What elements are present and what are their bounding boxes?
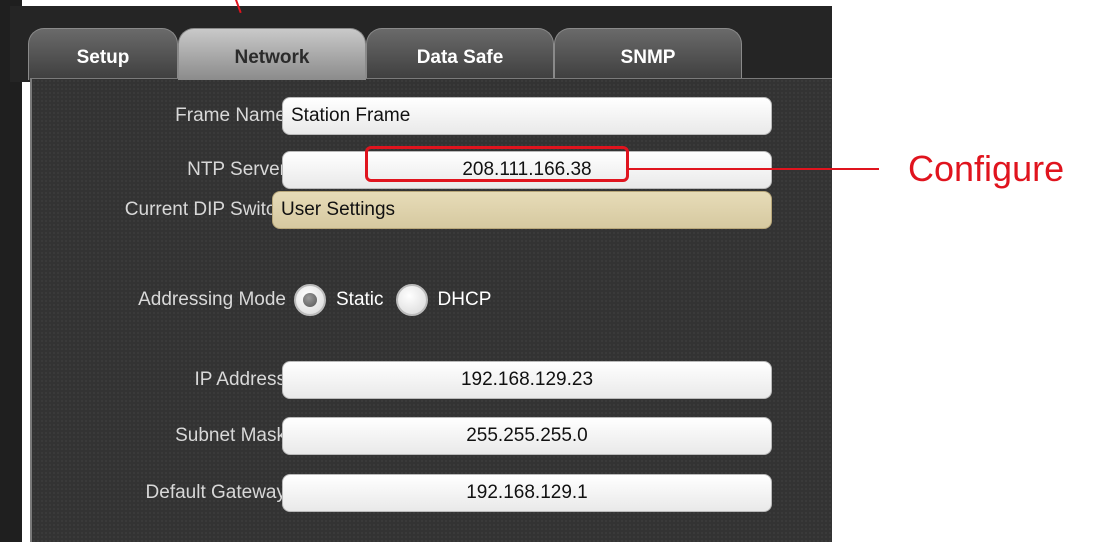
addressing-mode-row: Addressing Mode Static DHCP xyxy=(32,281,834,319)
addressing-mode-label: Addressing Mode xyxy=(138,289,286,310)
static-radio-label: Static xyxy=(336,289,384,310)
ntp-server-label: NTP Server xyxy=(187,159,286,180)
tab-label: SNMP xyxy=(620,46,676,68)
radio-dot xyxy=(303,293,317,307)
default-gateway-row: Default Gateway 192.168.129.1 xyxy=(32,474,834,512)
tab-network[interactable]: Network xyxy=(178,28,366,80)
dip-switch-label: Current DIP Switch xyxy=(124,199,286,220)
subnet-mask-field[interactable]: 255.255.255.0 xyxy=(282,417,772,455)
ip-address-field[interactable]: 192.168.129.23 xyxy=(282,361,772,399)
callout-line xyxy=(629,168,879,170)
static-radio[interactable] xyxy=(294,284,326,316)
ntp-highlight-box xyxy=(365,146,629,182)
tab-label: Network xyxy=(234,46,310,68)
tab-setup[interactable]: Setup xyxy=(28,28,178,80)
tab-bar: Setup Network Data Safe SNMP xyxy=(10,6,832,82)
frame-name-row: Frame Name Station Frame xyxy=(32,97,834,135)
subnet-mask-label: Subnet Mask xyxy=(175,425,286,446)
default-gateway-field[interactable]: 192.168.129.1 xyxy=(282,474,772,512)
tab-data-safe[interactable]: Data Safe xyxy=(366,28,554,80)
dhcp-radio[interactable] xyxy=(395,284,428,316)
configure-callout: Configure xyxy=(908,148,1065,189)
frame-name-field[interactable]: Station Frame xyxy=(282,97,772,135)
tab-label: Setup xyxy=(76,46,130,68)
tab-snmp[interactable]: SNMP xyxy=(554,28,742,80)
dhcp-radio-label: DHCP xyxy=(437,289,492,310)
tab-label: Data Safe xyxy=(416,46,504,68)
ip-address-label: IP Address xyxy=(194,369,286,390)
dip-switch-row: Current DIP Switch User Settings xyxy=(32,191,834,229)
frame-name-label: Frame Name xyxy=(175,105,286,126)
default-gateway-label: Default Gateway xyxy=(145,482,286,503)
addressing-mode-radio-group: Static DHCP xyxy=(294,281,503,319)
ip-address-row: IP Address 192.168.129.23 xyxy=(32,361,834,399)
network-settings-screen: Setup Network Data Safe SNMP Frame Name … xyxy=(0,0,1117,542)
subnet-mask-row: Subnet Mask 255.255.255.0 xyxy=(32,417,834,455)
dip-switch-field: User Settings xyxy=(272,191,772,229)
